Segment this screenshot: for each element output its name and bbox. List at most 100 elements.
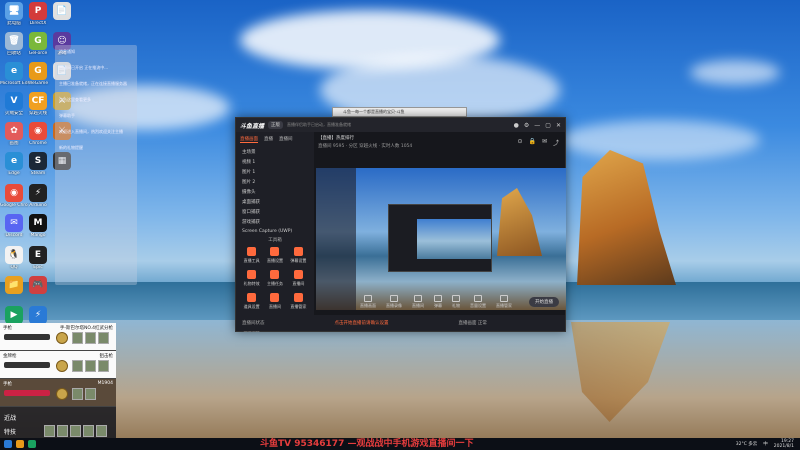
browser-title-bar[interactable]: 斗鱼—每一个都是直播的宝贝-斗鱼: [332, 107, 467, 117]
toolbar-button[interactable]: 礼物: [452, 295, 460, 309]
source-item[interactable]: 视频 1: [236, 157, 314, 167]
app-icon: 🎮: [29, 276, 47, 294]
tool-item[interactable]: 弹幕设置: [287, 247, 310, 264]
toolbar-button[interactable]: 直播画面: [360, 295, 376, 309]
tool-item[interactable]: 道具设置: [240, 293, 263, 310]
file-explorer-icon[interactable]: [16, 440, 24, 448]
app-icon: ⚡: [29, 184, 47, 202]
desktop-icon[interactable]: ⚡ Arduino: [24, 184, 52, 218]
desktop-icon[interactable]: 📄: [48, 2, 76, 36]
toolbar-button[interactable]: 音量设置: [470, 295, 486, 309]
app-icon: ✿: [5, 122, 23, 140]
tool-item[interactable]: 直播管家: [287, 293, 310, 310]
rifle-icon: [4, 362, 50, 368]
rifle-icon: [4, 334, 50, 340]
app-icon: S: [29, 152, 47, 170]
tool-icon: [247, 247, 257, 256]
notification-line: 欢迎进入直播间，热烈欢迎关注主播: [59, 129, 123, 134]
pistol-icon: [4, 390, 50, 396]
source-item[interactable]: 窗口捕获: [236, 207, 314, 217]
desktop-icon[interactable]: E Epic: [24, 246, 52, 280]
source-item[interactable]: Screen Capture (UWP): [236, 227, 314, 236]
tool-item[interactable]: 礼物特效: [240, 270, 263, 287]
stream-ticker: 斗鱼TV 95346177 —观战战中手机游戏直播间一下: [260, 439, 474, 449]
source-item[interactable]: 图片 1: [236, 167, 314, 177]
tool-item[interactable]: 直播间: [263, 293, 286, 310]
app-icon: ▶: [5, 306, 23, 324]
streaming-app-window: 斗鱼直播 正版 直播伴侣助手已启动，直播准备就绪 ● ⚙ — ▢ ✕ 直播画面 …: [235, 117, 566, 332]
input-language[interactable]: 中: [763, 441, 768, 447]
window-title-bar[interactable]: 斗鱼直播 正版 直播伴侣助手已启动，直播准备就绪 ● ⚙ — ▢ ✕: [236, 118, 565, 132]
windows-start-icon[interactable]: [4, 440, 12, 448]
app-icon: ◉: [29, 122, 47, 140]
lock-icon[interactable]: 🔒: [528, 138, 535, 147]
nested-preview: [388, 204, 492, 272]
notification-line: 消息通知: [59, 49, 75, 54]
tool-icon: [270, 270, 280, 279]
notification-line: 弹幕助手: [59, 113, 75, 118]
toolbar-button[interactable]: 弹幕: [434, 295, 442, 309]
desktop-icon[interactable]: M Mango: [24, 214, 52, 248]
app-icon: 🖥: [5, 2, 23, 20]
source-item[interactable]: 桌面捕获: [236, 197, 314, 207]
source-item[interactable]: 图片 2: [236, 177, 314, 187]
share-icon[interactable]: ⤴: [553, 138, 559, 147]
notification-overlay: 消息通知 直播间已开启 正在推流中... 主播已准备就绪，正在连接直播服务器 点击这里…: [55, 45, 137, 285]
preview-panel: 【直播】热度排行 直播间 9595 · 分区 穿越火线 · 实时人数 1054 …: [314, 132, 566, 315]
app-icon: 📁: [5, 276, 23, 294]
tool-icon: [247, 270, 257, 279]
desktop-icon[interactable]: 🎮: [24, 276, 52, 310]
record-icon[interactable]: ⊙: [517, 138, 522, 147]
toolbar-button[interactable]: 直播管家: [496, 295, 512, 309]
tool-item[interactable]: 直播间: [287, 270, 310, 287]
weather-widget[interactable]: 32°C 多云: [736, 441, 758, 447]
app-icon: ✉: [5, 214, 23, 232]
store-icon[interactable]: [28, 440, 36, 448]
medal-icon: [56, 360, 68, 372]
tool-icon: [293, 270, 303, 279]
bottom-toolbar: 直播画面 直播录像 直播间 弹幕 礼物 音量设置 直播管家 开始直播: [314, 289, 565, 315]
tab-live[interactable]: 直播: [264, 136, 273, 143]
source-item[interactable]: 摄像头: [236, 187, 314, 197]
toolbar-icon: [500, 295, 508, 302]
notification-line: 新的礼物提醒: [59, 145, 83, 150]
app-icon: M: [29, 214, 47, 232]
app-icon: 📄: [53, 2, 71, 20]
minimize-icon[interactable]: —: [534, 122, 540, 129]
toolbar-icon: [364, 295, 372, 302]
tool-icon: [247, 293, 257, 302]
clock-date[interactable]: 2021/8/1: [774, 444, 794, 449]
weapon-row: 手枪 手-斯巴尔塔NO.4红武分枪: [0, 323, 116, 351]
avatar[interactable]: ●: [514, 122, 519, 129]
source-item[interactable]: 主场景: [236, 147, 314, 157]
toolbar-button[interactable]: 直播录像: [386, 295, 402, 309]
version-pill[interactable]: 正版: [268, 121, 284, 129]
tool-icon: [293, 247, 303, 256]
gear-icon[interactable]: ⚙: [524, 122, 529, 129]
toolbar-icon: [474, 295, 482, 302]
maximize-icon[interactable]: ▢: [545, 122, 551, 129]
tab-room[interactable]: 直播间: [279, 136, 293, 143]
weapons-panel: 手枪 手-斯巴尔塔NO.4红武分枪 金牌枪 狙击枪 手枪 M1904 近战 特技: [0, 323, 116, 438]
tool-item[interactable]: 直播工具: [240, 247, 263, 264]
app-icon: G: [29, 32, 47, 50]
tool-item[interactable]: 直播设置: [263, 247, 286, 264]
medal-icon: [56, 388, 68, 400]
notification-line: 点击这里查看更多: [59, 97, 91, 102]
toolbar-icon: [414, 295, 422, 302]
window-footer: 直播间状态 点击开始直播前请确认设置 直播画面 正常: [236, 315, 565, 331]
tool-icon: [293, 293, 303, 302]
tool-item[interactable]: 主播任务: [263, 270, 286, 287]
tab-scene[interactable]: 直播画面: [240, 136, 258, 143]
app-icon: CF: [29, 92, 47, 110]
app-icon: ◉: [5, 184, 23, 202]
chat-icon[interactable]: ✉: [542, 138, 547, 147]
tools-title: 工具箱: [268, 238, 282, 243]
app-icon: G: [29, 62, 47, 80]
app-icon: ⚡: [29, 306, 47, 324]
toolbar-button[interactable]: 直播间: [412, 295, 424, 309]
toolbar-icon: [452, 295, 460, 302]
source-item[interactable]: 游戏捕获: [236, 217, 314, 227]
close-icon[interactable]: ✕: [556, 122, 561, 129]
start-live-button[interactable]: 开始直播: [529, 297, 559, 307]
